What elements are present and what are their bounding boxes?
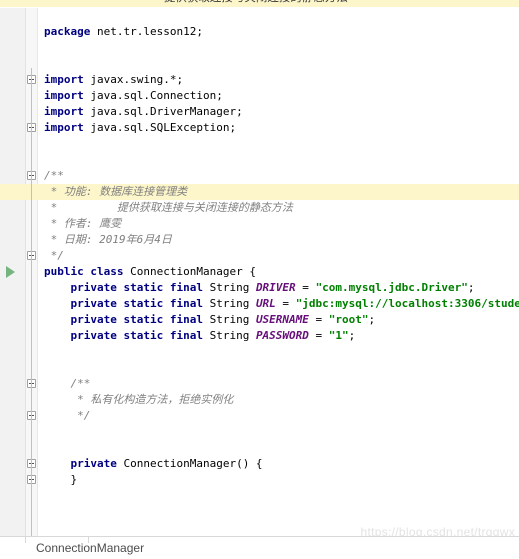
code-token: private static final bbox=[44, 329, 203, 342]
code-token: import bbox=[44, 105, 84, 118]
code-token: */ bbox=[44, 409, 91, 422]
code-editor-window: * 提供获取连接与关闭连接的静态方法 package net.tr.lesson… bbox=[0, 0, 519, 559]
code-token: * 功能: 数据库连接管理类 bbox=[44, 185, 188, 198]
code-token: ConnectionManager() { bbox=[116, 457, 263, 470]
code-token: java.sql.SQLException; bbox=[83, 121, 237, 134]
code-token: * 提供获取连接与关闭连接的静态方法 bbox=[44, 201, 293, 214]
code-line[interactable] bbox=[38, 40, 519, 56]
code-token: = bbox=[308, 313, 329, 326]
code-line[interactable] bbox=[38, 424, 519, 440]
code-token: java.sql.DriverManager; bbox=[83, 105, 243, 118]
code-line[interactable]: private static final String URL = "jdbc:… bbox=[38, 296, 519, 312]
code-token: = bbox=[275, 297, 296, 310]
code-line[interactable] bbox=[38, 360, 519, 376]
code-line[interactable]: */ bbox=[38, 248, 519, 264]
code-token: javax.swing.*; bbox=[83, 73, 184, 86]
code-line[interactable] bbox=[38, 8, 519, 24]
code-token: "root" bbox=[328, 313, 369, 326]
gutter-separator bbox=[25, 8, 26, 536]
code-line[interactable]: import java.sql.DriverManager; bbox=[38, 104, 519, 120]
clipped-top-line-text: * 提供获取连接与关闭连接的静态方法 bbox=[150, 0, 348, 5]
code-line[interactable]: import javax.swing.*; bbox=[38, 72, 519, 88]
status-bar: ConnectionManager bbox=[0, 536, 519, 559]
code-token: private static final bbox=[44, 313, 203, 326]
code-token: ; bbox=[348, 329, 356, 342]
editor-body[interactable]: package net.tr.lesson12; import javax.sw… bbox=[0, 8, 519, 559]
code-token: String bbox=[202, 329, 256, 342]
code-token: "com.mysql.jdbc.Driver" bbox=[315, 281, 468, 294]
code-line[interactable]: private static final String DRIVER = "co… bbox=[38, 280, 519, 296]
code-line[interactable] bbox=[38, 136, 519, 152]
code-token: String bbox=[202, 281, 256, 294]
code-line[interactable]: public class ConnectionManager { bbox=[38, 264, 519, 280]
code-token: } bbox=[44, 473, 78, 486]
run-gutter-icon[interactable] bbox=[6, 266, 15, 278]
code-line[interactable]: * 提供获取连接与关闭连接的静态方法 bbox=[38, 200, 519, 216]
code-token: import bbox=[44, 89, 84, 102]
code-token: = bbox=[295, 281, 316, 294]
code-token: private bbox=[44, 457, 117, 470]
code-token: ; bbox=[467, 281, 475, 294]
code-line[interactable]: * 日期: 2019年6月4日 bbox=[38, 232, 519, 248]
breadcrumb[interactable]: ConnectionManager bbox=[36, 541, 144, 555]
code-line[interactable]: private static final String PASSWORD = "… bbox=[38, 328, 519, 344]
code-token: USERNAME bbox=[255, 313, 309, 326]
code-line[interactable]: private ConnectionManager() { bbox=[38, 456, 519, 472]
code-line[interactable] bbox=[38, 520, 519, 536]
code-line[interactable]: * 功能: 数据库连接管理类 bbox=[0, 184, 519, 200]
code-line[interactable] bbox=[38, 504, 519, 520]
code-token: URL bbox=[255, 297, 276, 310]
code-token: * 日期: 2019年6月4日 bbox=[44, 233, 172, 246]
status-tick-1 bbox=[25, 537, 26, 543]
code-token: String bbox=[202, 313, 256, 326]
code-token: PASSWORD bbox=[255, 329, 309, 342]
code-line[interactable]: import java.sql.Connection; bbox=[38, 88, 519, 104]
code-token: /** bbox=[44, 169, 64, 182]
code-line[interactable]: private static final String USERNAME = "… bbox=[38, 312, 519, 328]
code-content[interactable]: package net.tr.lesson12; import javax.sw… bbox=[0, 8, 519, 559]
code-token: * 私有化构造方法，拒绝实例化 bbox=[44, 393, 234, 406]
code-token: */ bbox=[44, 249, 64, 262]
code-line[interactable]: /** bbox=[38, 376, 519, 392]
code-token: String bbox=[202, 297, 256, 310]
code-token: import bbox=[44, 73, 84, 86]
code-token: private static final bbox=[44, 297, 203, 310]
code-line[interactable]: } bbox=[38, 472, 519, 488]
code-token: "jdbc:mysql://localhost:3306/student" bbox=[295, 297, 519, 310]
code-line[interactable]: /** bbox=[38, 168, 519, 184]
code-line[interactable] bbox=[38, 344, 519, 360]
code-line[interactable] bbox=[38, 152, 519, 168]
code-token: import bbox=[44, 121, 84, 134]
code-line[interactable]: package net.tr.lesson12; bbox=[38, 24, 519, 40]
code-token: package bbox=[44, 25, 91, 38]
code-token: ; bbox=[368, 313, 376, 326]
clipped-top-line: * 提供获取连接与关闭连接的静态方法 bbox=[0, 0, 519, 8]
code-line[interactable]: * 私有化构造方法，拒绝实例化 bbox=[38, 392, 519, 408]
fold-rail bbox=[31, 68, 32, 536]
code-token: * 作者: 鹰雯 bbox=[44, 217, 122, 230]
code-token: private static final bbox=[44, 281, 203, 294]
code-line[interactable]: * 作者: 鹰雯 bbox=[38, 216, 519, 232]
code-line[interactable]: import java.sql.SQLException; bbox=[38, 120, 519, 136]
code-token: java.sql.Connection; bbox=[83, 89, 223, 102]
code-line[interactable] bbox=[38, 488, 519, 504]
code-token: "1" bbox=[328, 329, 349, 342]
code-line[interactable]: */ bbox=[38, 408, 519, 424]
code-line[interactable] bbox=[38, 56, 519, 72]
code-token: = bbox=[308, 329, 329, 342]
code-token: /** bbox=[44, 377, 91, 390]
code-token: net.tr.lesson12; bbox=[90, 25, 203, 38]
code-token: public class bbox=[44, 265, 124, 278]
code-token: ConnectionManager { bbox=[123, 265, 256, 278]
code-token: DRIVER bbox=[255, 281, 296, 294]
code-line[interactable] bbox=[38, 440, 519, 456]
